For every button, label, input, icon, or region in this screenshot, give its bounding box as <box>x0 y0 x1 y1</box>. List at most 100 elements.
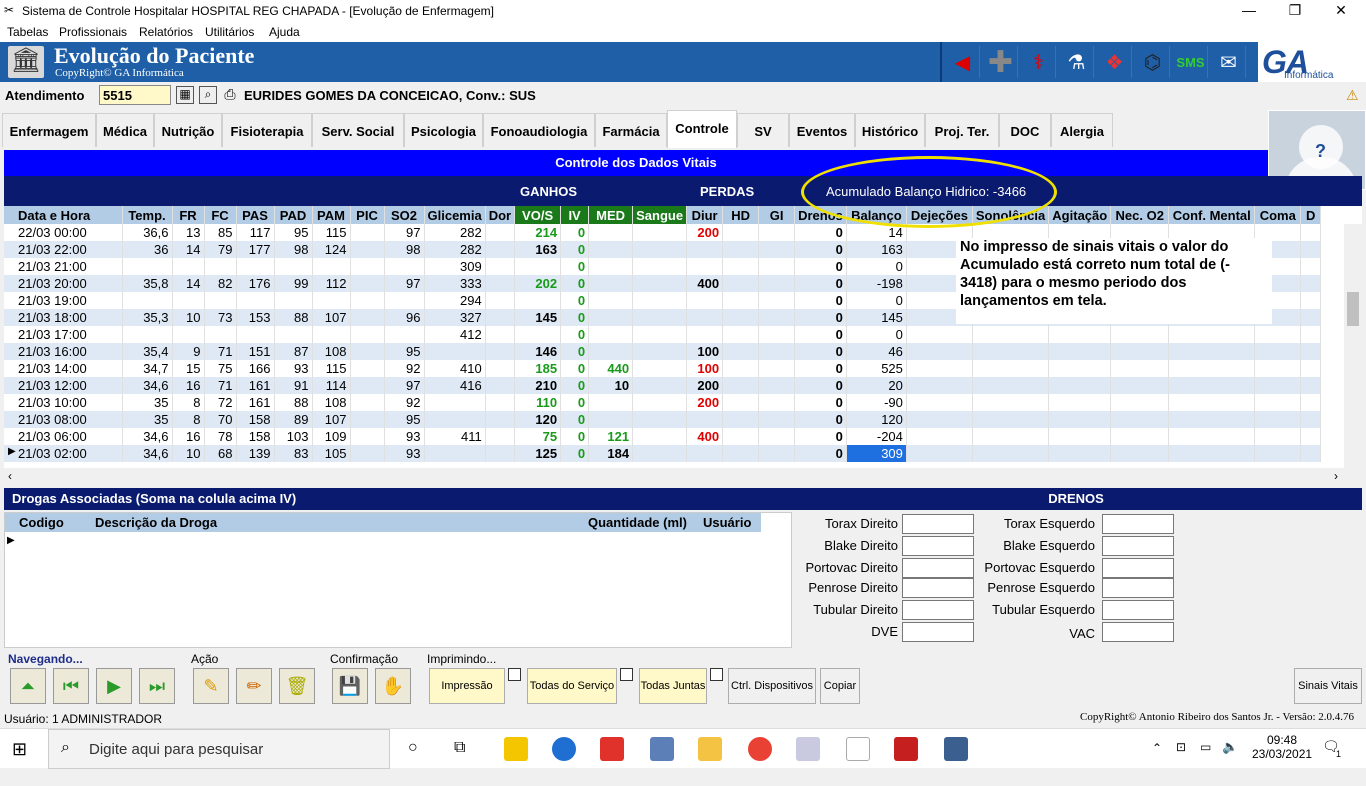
table-cell[interactable]: 124 <box>312 241 351 258</box>
table-cell[interactable]: 99 <box>274 275 313 292</box>
table-cell[interactable] <box>906 428 973 445</box>
table-cell[interactable]: 92 <box>384 394 425 411</box>
save-icon[interactable]: 💾 <box>332 668 368 704</box>
table-cell[interactable] <box>758 241 796 258</box>
table-cell[interactable] <box>485 292 516 309</box>
col-header[interactable]: PIC <box>350 206 385 224</box>
table-cell[interactable]: 82 <box>204 275 237 292</box>
anydesk-icon[interactable] <box>600 737 624 761</box>
table-cell[interactable] <box>350 377 385 394</box>
table-cell[interactable] <box>632 309 688 326</box>
table-cell[interactable]: 0 <box>794 258 847 275</box>
table-cell[interactable] <box>758 224 796 241</box>
table-cell[interactable]: 21/03 10:00 <box>4 394 123 411</box>
table-cell[interactable]: 0 <box>560 326 590 343</box>
col-header[interactable]: GI <box>758 206 796 224</box>
table-cell[interactable]: 0 <box>560 360 590 377</box>
menu-profissionais[interactable]: Profissionais <box>59 25 127 39</box>
table-cell[interactable] <box>686 309 724 326</box>
table-cell[interactable] <box>1300 309 1322 326</box>
taskbar-search[interactable]: ⌕ Digite aqui para pesquisar <box>48 729 390 769</box>
dreno-input[interactable] <box>902 536 974 556</box>
table-row[interactable]: 21/03 12:00 34,6 16 71 161 91 114 97 416 210 0 10 20… <box>4 377 1322 394</box>
table-cell[interactable]: -198 <box>846 275 907 292</box>
col-header[interactable]: PAD <box>274 206 313 224</box>
table-cell[interactable] <box>1300 224 1322 241</box>
table-cell[interactable] <box>632 377 688 394</box>
close-button[interactable]: ✕ <box>1318 2 1364 19</box>
table-cell[interactable] <box>485 241 516 258</box>
dreno-input[interactable] <box>902 558 974 578</box>
table-cell[interactable] <box>1300 377 1322 394</box>
lab-icon[interactable]: ⚗ <box>1060 46 1094 78</box>
table-cell[interactable]: 13 <box>172 224 205 241</box>
table-cell[interactable] <box>485 394 516 411</box>
table-cell[interactable]: 0 <box>794 241 847 258</box>
table-cell[interactable]: 120 <box>514 411 562 428</box>
table-cell[interactable]: 88 <box>274 309 313 326</box>
table-cell[interactable] <box>274 258 313 275</box>
col-header[interactable]: FC <box>204 206 237 224</box>
table-cell[interactable] <box>1300 445 1322 462</box>
table-cell[interactable]: 96 <box>384 309 425 326</box>
table-cell[interactable]: -90 <box>846 394 907 411</box>
col-header[interactable]: Dor <box>485 206 516 224</box>
table-cell[interactable]: 416 <box>424 377 486 394</box>
tab-controle[interactable]: Controle <box>667 110 737 148</box>
table-cell[interactable] <box>758 394 796 411</box>
col-header[interactable]: Data e Hora <box>4 206 123 224</box>
dreno-input[interactable] <box>1102 558 1174 578</box>
table-cell[interactable]: 35,8 <box>122 275 173 292</box>
table-cell[interactable] <box>1168 445 1256 462</box>
table-cell[interactable] <box>588 343 634 360</box>
tray-volume-icon[interactable]: 🔈 <box>1222 739 1238 755</box>
table-cell[interactable] <box>588 309 634 326</box>
table-cell[interactable]: 151 <box>236 343 275 360</box>
sinais-vitais-button[interactable]: Sinais Vitais <box>1294 668 1362 704</box>
table-cell[interactable]: 35 <box>122 411 173 428</box>
todas-servico-button[interactable]: Todas do Serviço <box>527 668 617 704</box>
dreno-input[interactable] <box>902 578 974 598</box>
table-cell[interactable] <box>485 377 516 394</box>
clock[interactable]: 09:48 23/03/2021 <box>1252 733 1312 761</box>
table-cell[interactable]: 46 <box>846 343 907 360</box>
table-cell[interactable]: 0 <box>794 394 847 411</box>
warning-icon[interactable]: ⚠ <box>1346 87 1359 104</box>
table-cell[interactable]: 161 <box>236 377 275 394</box>
table-cell[interactable]: 10 <box>172 445 205 462</box>
next-record-icon[interactable]: ▶ <box>96 668 132 704</box>
table-cell[interactable] <box>1300 241 1322 258</box>
col-header[interactable]: Sangue <box>632 206 688 224</box>
table-cell[interactable]: 161 <box>236 394 275 411</box>
table-cell[interactable] <box>686 258 724 275</box>
edge-icon[interactable] <box>552 737 576 761</box>
table-cell[interactable] <box>1254 428 1302 445</box>
table-cell[interactable]: 200 <box>686 377 724 394</box>
cancel-icon[interactable]: ✋ <box>375 668 411 704</box>
table-cell[interactable]: 309 <box>846 445 907 462</box>
table-cell[interactable]: 176 <box>236 275 275 292</box>
table-cell[interactable] <box>204 292 237 309</box>
table-cell[interactable]: 0 <box>560 428 590 445</box>
table-cell[interactable] <box>758 411 796 428</box>
table-cell[interactable]: 21/03 17:00 <box>4 326 123 343</box>
table-cell[interactable] <box>514 258 562 275</box>
table-cell[interactable] <box>972 428 1050 445</box>
table-cell[interactable]: 70 <box>204 411 237 428</box>
table-cell[interactable] <box>1254 343 1302 360</box>
table-cell[interactable] <box>424 411 486 428</box>
table-cell[interactable] <box>1048 394 1112 411</box>
table-cell[interactable] <box>632 411 688 428</box>
table-cell[interactable] <box>1300 428 1322 445</box>
copiar-button[interactable]: Copiar <box>820 668 860 704</box>
table-cell[interactable]: 400 <box>686 428 724 445</box>
sticky-notes-icon[interactable] <box>504 737 528 761</box>
table-cell[interactable] <box>722 258 760 275</box>
table-cell[interactable] <box>972 343 1050 360</box>
table-cell[interactable] <box>485 445 516 462</box>
table-cell[interactable]: 333 <box>424 275 486 292</box>
col-header[interactable]: SO2 <box>384 206 425 224</box>
table-cell[interactable] <box>906 445 973 462</box>
table-cell[interactable] <box>686 326 724 343</box>
table-cell[interactable] <box>1300 343 1322 360</box>
